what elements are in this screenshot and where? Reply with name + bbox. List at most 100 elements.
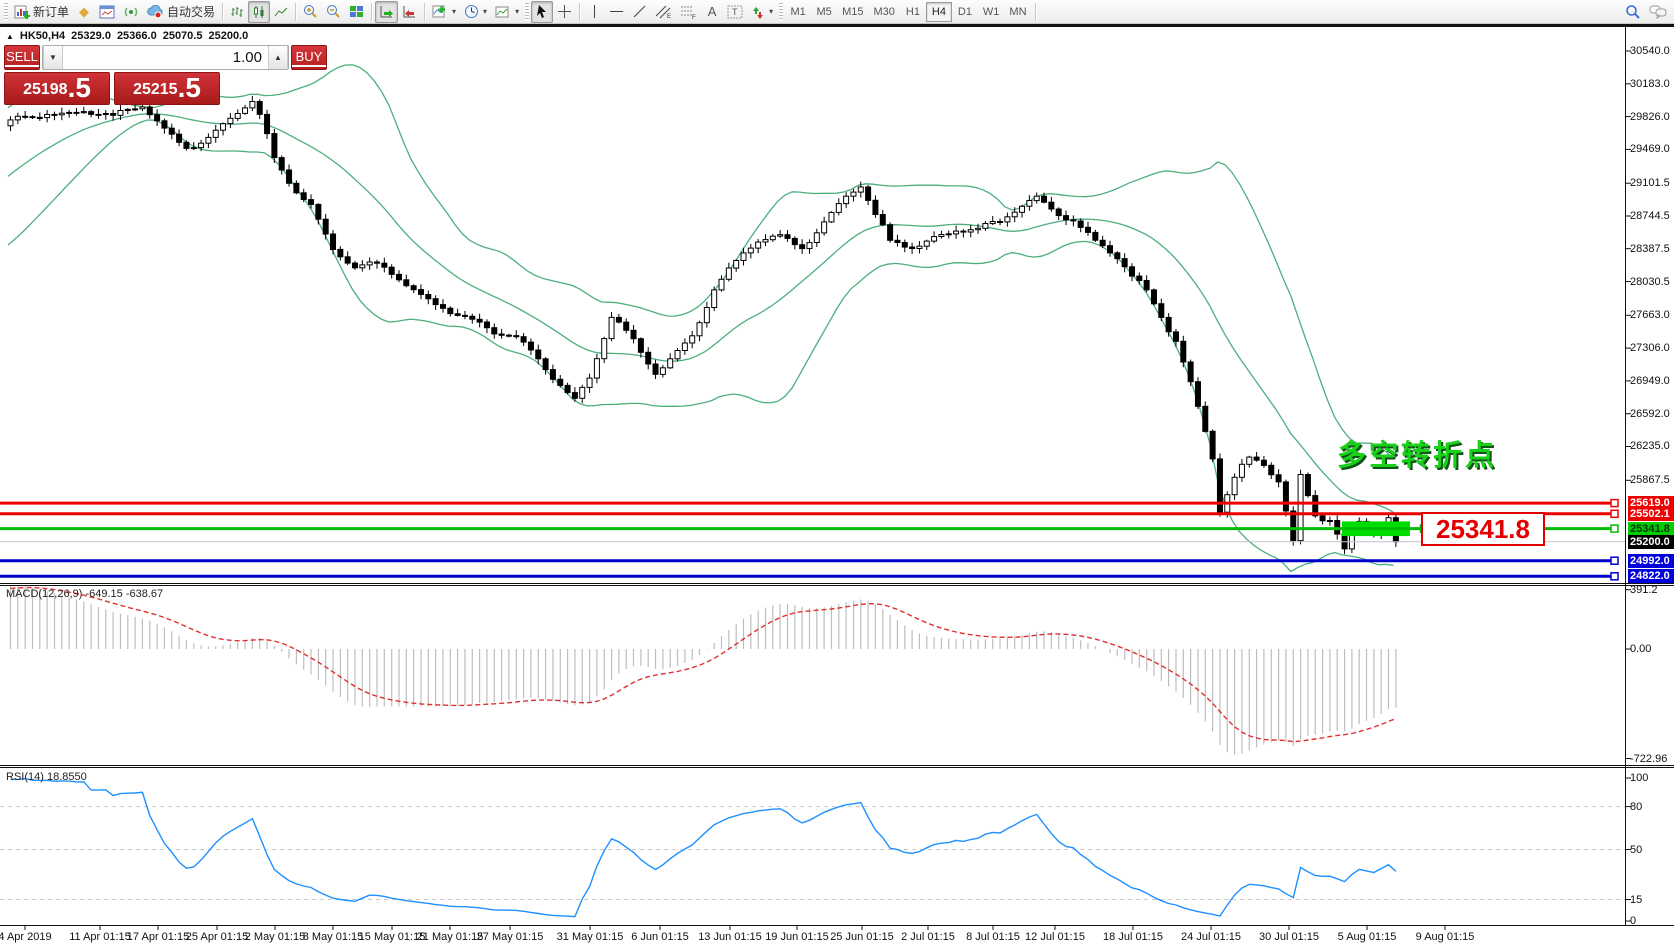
sell-price-button[interactable]: 25198 .5 — [4, 72, 110, 105]
chart-shift-button[interactable] — [398, 1, 421, 23]
pane-separators[interactable] — [0, 27, 1674, 926]
tf-d1-button[interactable]: D1 — [952, 2, 978, 22]
tf-m1-button[interactable]: M1 — [785, 2, 811, 22]
time-axis-label: 2 Jul 01:15 — [901, 931, 955, 943]
indicators-button[interactable]: ▾ — [428, 1, 460, 23]
candle-chart-button[interactable] — [248, 1, 270, 23]
signals-button[interactable] — [119, 1, 143, 23]
market-button[interactable]: ◆ — [73, 1, 95, 23]
price-tick-label: 30540.0 — [1630, 45, 1674, 57]
macd-signal-line — [11, 588, 1396, 742]
time-axis-label: 18 Jul 01:15 — [1103, 931, 1163, 943]
time-axis-label: 4 Apr 2019 — [0, 931, 52, 943]
macd-tick-label: 391.2 — [1630, 584, 1674, 596]
chat-button[interactable] — [1645, 1, 1672, 23]
buy-label: BUY — [296, 49, 323, 64]
rsi-tick-label: 15 — [1630, 894, 1674, 906]
horizontal-lines[interactable] — [0, 500, 1618, 580]
channel-tool-button[interactable]: E — [651, 1, 676, 23]
price-tick-label: 25867.5 — [1630, 474, 1674, 486]
tf-h1-button[interactable]: H1 — [900, 2, 926, 22]
rsi-level-lines — [0, 807, 1625, 900]
sell-underline — [5, 65, 39, 67]
charts-window-button[interactable] — [95, 1, 119, 23]
buy-price-frac: .5 — [178, 74, 201, 102]
zoom-out-button[interactable] — [322, 1, 345, 23]
arrows-tool-button[interactable]: ▾ — [747, 1, 777, 23]
open-value: 25329.0 — [71, 30, 111, 42]
line-chart-icon — [274, 5, 288, 19]
rsi-tick-label: 80 — [1630, 801, 1674, 813]
tf-w1-button[interactable]: W1 — [978, 2, 1005, 22]
time-axis-label: 19 Jun 01:15 — [765, 931, 829, 943]
cursor-icon — [536, 4, 549, 19]
arrows-icon — [751, 5, 765, 19]
indicators-icon — [432, 5, 448, 19]
macd-histogram — [11, 586, 1396, 755]
rsi-tick-label: 0 — [1630, 915, 1674, 927]
tf-m5-button[interactable]: M5 — [811, 2, 837, 22]
templates-button[interactable]: ▾ — [491, 1, 523, 23]
dropdown-arrow-icon: ▾ — [515, 7, 519, 16]
sell-button[interactable]: SELL — [4, 45, 40, 70]
crosshair-tool-button[interactable] — [553, 1, 576, 23]
time-axis-label: 25 Apr 01:15 — [186, 931, 248, 943]
time-axis-label: 12 Jul 01:15 — [1025, 931, 1085, 943]
time-axis-label: 30 Jul 01:15 — [1259, 931, 1319, 943]
signal-icon — [123, 5, 139, 19]
zoom-in-button[interactable] — [299, 1, 322, 23]
time-axis-label: 25 Jun 01:15 — [830, 931, 894, 943]
gold-bar-icon: ◆ — [79, 4, 89, 20]
search-button[interactable] — [1621, 1, 1645, 23]
toolbar: 新订单 ◆ 自动交易 — [0, 0, 1674, 24]
dropdown-arrow-icon: ▾ — [452, 7, 456, 16]
buy-price-button[interactable]: 25215 .5 — [114, 72, 220, 105]
autotrade-button[interactable]: 自动交易 — [143, 1, 219, 23]
time-axis-label: 2 May 01:15 — [245, 931, 306, 943]
new-order-button[interactable]: 新订单 — [10, 1, 73, 23]
price-callout-box[interactable]: 25341.8 — [1421, 512, 1545, 546]
vline-tool-button[interactable] — [583, 1, 605, 23]
tf-mn-button[interactable]: MN — [1004, 2, 1031, 22]
tile-windows-button[interactable] — [345, 1, 368, 23]
trendline-icon — [632, 4, 647, 19]
time-axis-label: 27 May 01:15 — [477, 931, 544, 943]
volume-input[interactable] — [63, 46, 268, 69]
svg-text:E: E — [667, 14, 671, 19]
zoom-in-icon — [303, 4, 318, 19]
tf-h4-button[interactable]: H4 — [926, 2, 952, 22]
one-click-trading-panel: SELL ▼ ▲ BUY 25198 .5 25215 .5 — [4, 45, 220, 107]
trendline-tool-button[interactable] — [628, 1, 651, 23]
chart-plot[interactable] — [0, 0, 1674, 949]
line-chart-button[interactable] — [270, 1, 292, 23]
time-axis-label: 13 Jun 01:15 — [698, 931, 762, 943]
template-icon — [495, 5, 511, 19]
time-axis-label: 5 Aug 01:15 — [1338, 931, 1397, 943]
periods-button[interactable]: ▾ — [460, 1, 491, 23]
low-value: 25070.5 — [163, 30, 203, 42]
volume-decrease-button[interactable]: ▼ — [43, 46, 63, 69]
svg-text:F: F — [692, 15, 696, 19]
text-a-icon: A — [708, 4, 717, 19]
toolbar-separator — [222, 3, 223, 21]
volume-increase-button[interactable]: ▲ — [268, 46, 288, 69]
hline-tool-button[interactable] — [605, 1, 628, 23]
text-tool-button[interactable]: A — [701, 1, 723, 23]
sell-price-main: 25198 — [23, 78, 68, 102]
tf-m30-button[interactable]: M30 — [869, 2, 900, 22]
cursor-tool-button[interactable] — [531, 1, 553, 23]
dropdown-arrow-icon: ▾ — [769, 7, 773, 16]
chinese-annotation-text[interactable]: 多空转折点 — [1337, 432, 1497, 474]
high-value: 25366.0 — [117, 30, 157, 42]
label-tool-button[interactable]: T — [723, 1, 747, 23]
buy-button[interactable]: BUY — [291, 45, 327, 70]
collapse-arrow-icon[interactable]: ▲ — [6, 32, 14, 41]
auto-scroll-button[interactable] — [375, 1, 398, 23]
autotrade-icon — [147, 5, 164, 19]
fibonacci-tool-button[interactable]: F — [676, 1, 701, 23]
price-marker-label: 24822.0 — [1628, 569, 1674, 583]
bar-chart-button[interactable] — [226, 1, 248, 23]
sell-label: SELL — [6, 49, 38, 64]
buy-price-main: 25215 — [133, 78, 178, 102]
tf-m15-button[interactable]: M15 — [837, 2, 868, 22]
